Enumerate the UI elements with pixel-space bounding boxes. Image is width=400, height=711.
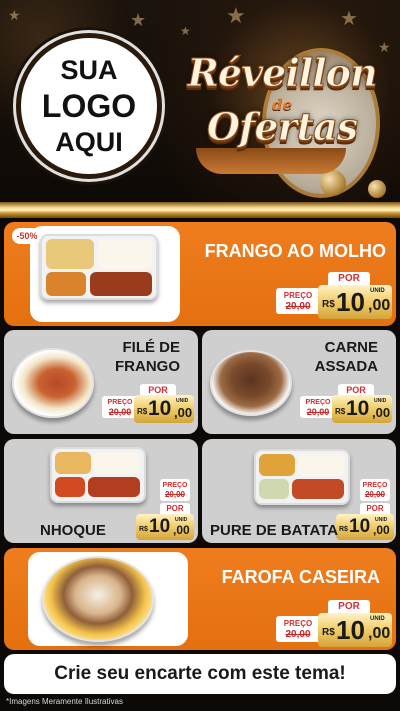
preco-label: PREÇO [362, 482, 388, 489]
price-cents: ,00 [368, 297, 391, 314]
product-card-carne-assada[interactable]: CARNE ASSADA POR PREÇO 20,00 R$ 10 UNID … [202, 330, 396, 434]
price-tag: POR PREÇO 20,00 R$ 10 UNID ,00 [276, 272, 392, 320]
campaign-title-line2: Ofertas [206, 104, 358, 150]
food-bowl-image [42, 556, 154, 642]
product-card-farofa-caseira[interactable]: FAROFA CASEIRA POR PREÇO 20,00 R$ 10 UNI… [4, 548, 396, 650]
preco-label: PREÇO [305, 399, 331, 406]
currency: R$ [322, 627, 335, 638]
product-name: FRANGO AO MOLHO [204, 241, 386, 261]
new-price-box: R$ 10 UNID ,00 [336, 514, 394, 540]
price-integer: 10 [346, 397, 370, 420]
product-name-line: CARNE [324, 339, 378, 356]
discount-badge: -50% [12, 228, 42, 244]
price-cents: ,00 [173, 523, 190, 537]
old-price: 20,00 [285, 301, 311, 312]
old-price-box: PREÇO 20,00 [300, 396, 336, 418]
new-price-box: R$ 10 UNID ,00 [318, 285, 392, 319]
unit-label: UNID [176, 398, 189, 404]
logo-text-line: SUA [60, 55, 118, 85]
old-price: 20,00 [364, 490, 386, 499]
unit-label: UNID [374, 398, 387, 404]
star-icon: ★ [340, 6, 358, 30]
campaign-logo: Réveillon de Ofertas [170, 30, 394, 200]
currency: R$ [322, 299, 335, 310]
price-cents: ,00 [372, 405, 391, 420]
food-tray-image [40, 234, 158, 300]
price-tag: PREÇO 20,00 POR R$ 10 UNID ,00 [136, 479, 194, 541]
price-integer: 10 [336, 615, 365, 645]
old-price: 20,00 [108, 407, 132, 417]
preco-label: PREÇO [162, 482, 188, 489]
food-bowl-image [12, 348, 94, 418]
product-name-line: FILÉ DE [122, 339, 180, 356]
new-price-box: R$ 10 UNID ,00 [318, 613, 392, 647]
logo-text-line: LOGO [41, 88, 137, 124]
product-name-line: FRANGO [115, 358, 180, 375]
price-tag: POR PREÇO 20,00 R$ 10 UNID ,00 [300, 384, 392, 424]
new-price-box: R$ 10 UNID ,00 [136, 514, 194, 540]
por-label: POR [328, 272, 370, 286]
disclaimer-text: *Imagens Meramente Ilustrativas [6, 697, 123, 706]
old-price-box: PREÇO 20,00 [102, 396, 138, 418]
food-tray-image [50, 447, 146, 503]
currency: R$ [139, 526, 148, 533]
price-tag: POR PREÇO 20,00 R$ 10 UNID ,00 [276, 600, 392, 648]
por-label: POR [360, 503, 390, 514]
price-cents: ,00 [174, 405, 193, 420]
price-integer: 10 [336, 287, 365, 317]
price-integer: 10 [349, 516, 371, 537]
price-tag: POR PREÇO 20,00 R$ 10 UNID ,00 [102, 384, 194, 424]
ornament-ball [320, 170, 346, 196]
header-banner: ★ ★ ★ ★ ★ ★ SUA LOGO AQUI Réveillon de O… [0, 0, 400, 210]
product-name: NHOQUE [40, 522, 106, 539]
currency: R$ [335, 407, 346, 416]
product-card-pure-de-batata[interactable]: PREÇO 20,00 POR R$ 10 UNID ,00 PURE DE B… [202, 439, 396, 543]
por-label: POR [160, 503, 190, 514]
food-bowl-image [210, 350, 292, 416]
old-price: 20,00 [306, 407, 330, 417]
new-price-box: R$ 10 UNID ,00 [332, 395, 392, 423]
currency: R$ [339, 526, 348, 533]
old-price-box: PREÇO 20,00 [360, 479, 390, 501]
price-cents: ,00 [373, 523, 390, 537]
product-name: FAROFA CASEIRA [221, 567, 380, 587]
star-icon: ★ [130, 10, 147, 31]
product-name: FILÉ DE FRANGO [90, 338, 180, 376]
preco-label: PREÇO [283, 619, 313, 628]
por-label: POR [328, 600, 370, 614]
gold-divider [0, 202, 400, 218]
price-cents: ,00 [368, 625, 391, 642]
star-icon: ★ [226, 4, 246, 29]
unit-label: UNID [370, 616, 385, 622]
new-price-box: R$ 10 UNID ,00 [134, 395, 194, 423]
ornament-ball [368, 180, 386, 198]
old-price: 20,00 [164, 490, 186, 499]
product-card-frango-ao-molho[interactable]: -50% FRANGO AO MOLHO POR PREÇO 20,00 R$ … [4, 222, 396, 326]
price-integer: 10 [148, 397, 172, 420]
product-card-nhoque[interactable]: PREÇO 20,00 POR R$ 10 UNID ,00 NHOQUE [4, 439, 198, 543]
preco-label: PREÇO [283, 291, 313, 300]
currency: R$ [137, 407, 148, 416]
unit-label: UNID [370, 288, 385, 294]
old-price-box: PREÇO 20,00 [160, 479, 190, 501]
logo-placeholder: SUA LOGO AQUI [16, 33, 162, 179]
logo-text-line: AQUI [55, 127, 123, 157]
star-icon: ★ [8, 8, 21, 24]
old-price-box: PREÇO 20,00 [276, 616, 320, 642]
price-tag: PREÇO 20,00 POR R$ 10 UNID ,00 [336, 479, 394, 541]
product-name: PURE DE BATATA [210, 522, 339, 539]
product-name: CARNE ASSADA [288, 338, 378, 376]
old-price: 20,00 [285, 629, 311, 640]
title-plate [196, 148, 346, 174]
price-integer: 10 [149, 516, 171, 537]
product-card-file-de-frango[interactable]: FILÉ DE FRANGO POR PREÇO 20,00 R$ 10 UNI… [4, 330, 198, 434]
product-name-line: ASSADA [314, 358, 378, 375]
old-price-box: PREÇO 20,00 [276, 288, 320, 314]
preco-label: PREÇO [107, 399, 133, 406]
cta-banner[interactable]: Crie seu encarte com este tema! [4, 654, 396, 694]
campaign-title-line1: Réveillon [187, 50, 378, 96]
